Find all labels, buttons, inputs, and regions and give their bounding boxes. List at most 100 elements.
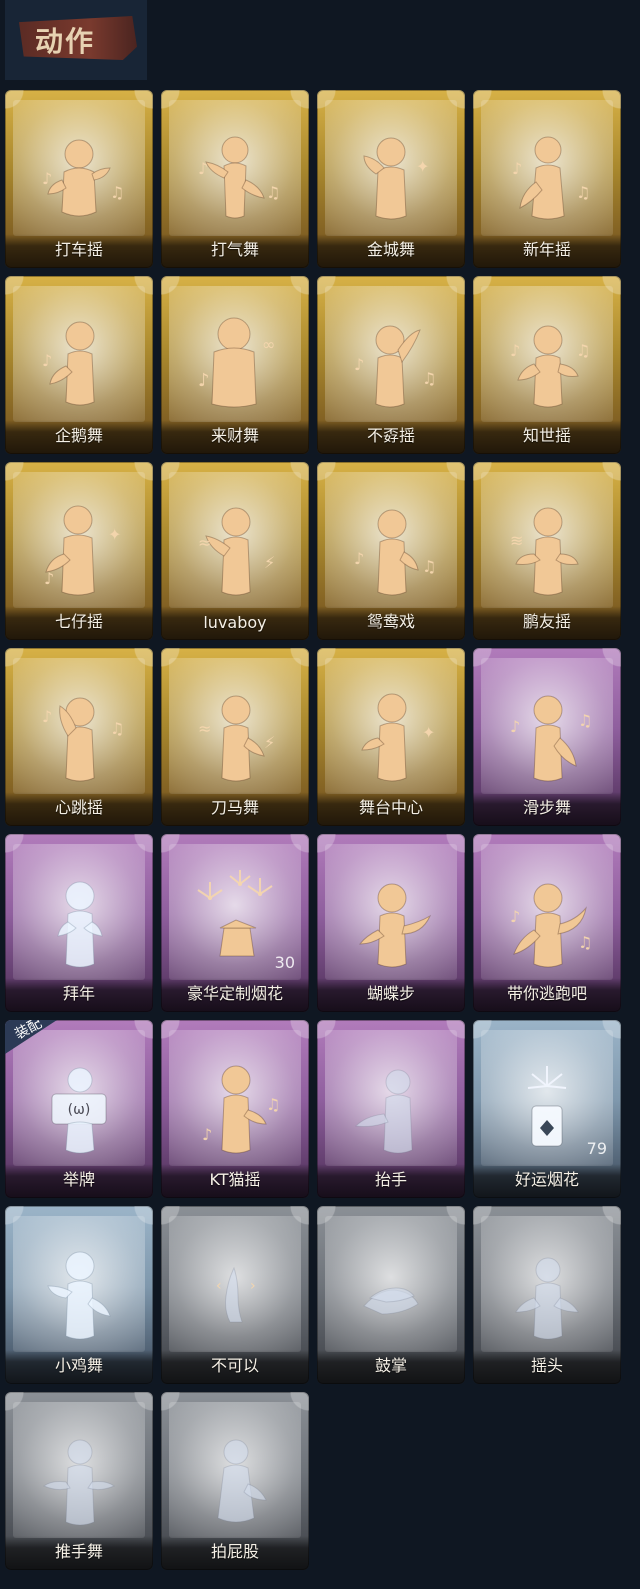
emote-card-13[interactable]: ≈ ⚡ 刀马舞 [161,648,309,826]
emote-label: 带你逃跑吧 [506,984,587,1003]
emote-label: 抬手 [374,1170,407,1189]
no-gesture-icon: ‹ › [216,1266,256,1323]
emote-label: 蝴蝶步 [366,984,415,1003]
dance-figure-icon [47,1251,111,1340]
svg-text:(ω): (ω) [68,1102,91,1118]
emote-card-11[interactable]: ≋ 鹏友摇 [473,462,621,640]
emote-card-20[interactable]: 装配 (ω) 举牌 [5,1020,153,1198]
emote-label: 刀马舞 [210,798,259,817]
svg-text:♪: ♪ [198,159,208,178]
emote-label: 七仔摇 [54,612,103,631]
emote-card-8[interactable]: ♪ ✦ 七仔摇 [5,462,153,640]
dance-figure-icon: ♪ ♫ [510,883,592,968]
dance-figure-icon: ≈ ⚡ [198,507,275,596]
emote-card-14[interactable]: ✦ 舞台中心 [317,648,465,826]
emote-label: KT猫摇 [209,1170,261,1189]
emote-label: 舞台中心 [358,798,423,817]
dance-figure-icon: ≈ ⚡ [198,695,275,782]
svg-text:♫: ♫ [110,719,124,738]
svg-text:♫: ♫ [578,711,592,730]
svg-text:≈: ≈ [198,533,211,552]
clap-icon [363,1287,419,1315]
dance-figure-icon: ✦ [363,137,429,220]
emote-card-24[interactable]: 小鸡舞 [5,1206,153,1384]
emote-card-29[interactable]: 拍屁股 [161,1392,309,1570]
svg-text:✦: ✦ [422,723,435,742]
emote-card-17[interactable]: 30 豪华定制烟花 [161,834,309,1012]
emote-card-5[interactable]: ♪ ∞ 来财舞 [161,276,309,454]
raise-hand-figure-icon [354,1069,413,1154]
dance-figure-icon: ♪ ✦ [44,505,121,596]
svg-text:♫: ♫ [110,183,124,202]
svg-text:♪: ♪ [510,717,520,736]
dance-figure-icon: ♪ ∞ [198,317,275,408]
emote-card-18[interactable]: 蝴蝶步 [317,834,465,1012]
emote-card-7[interactable]: ♪ ♫ 知世摇 [473,276,621,454]
emote-card-25[interactable]: ‹ › 不可以 [161,1206,309,1384]
emote-label: 豪华定制烟花 [186,984,283,1003]
dance-figure-icon: ≋ [510,507,579,596]
emote-label: 鹏友摇 [522,612,571,631]
emote-card-16[interactable]: 拜年 [5,834,153,1012]
emote-label: 来财舞 [210,426,259,445]
emote-label: 不孬摇 [366,426,415,445]
emote-label: 打气舞 [210,240,259,259]
emote-label: 拍屁股 [210,1542,259,1561]
emote-card-0[interactable]: ♪ ♫ 打车摇 [5,90,153,268]
dance-figure-icon: ♪ ♫ [42,139,124,217]
svg-text:♪: ♪ [510,907,520,926]
dance-figure-icon: ♪ ♫ [354,509,436,596]
emote-card-10[interactable]: ♪ ♫ 鸳鸯戏 [317,462,465,640]
emote-card-28[interactable]: 推手舞 [5,1392,153,1570]
emote-label: 滑步舞 [522,798,571,817]
emote-card-12[interactable]: ♪ ♫ 心跳摇 [5,648,153,826]
svg-text:∞: ∞ [262,335,275,354]
emote-label: 不可以 [210,1356,259,1375]
emote-card-19[interactable]: ♪ ♫ 带你逃跑吧 [473,834,621,1012]
firework-can-icon [527,1066,567,1147]
dance-figure-icon [358,883,432,968]
emote-label: 新年摇 [522,240,571,259]
emote-card-9[interactable]: ≈ ⚡ luvaboy [161,462,309,640]
dance-figure-icon: ✦ [361,693,435,782]
dance-figure-icon: ♪ ♫ [354,325,436,408]
svg-text:♪: ♪ [354,549,364,568]
section-header: 动作 [5,0,147,80]
item-count: 79 [586,1139,607,1158]
emote-card-15[interactable]: ♪ ♫ 滑步舞 [473,648,621,826]
svg-text:✦: ✦ [416,157,429,176]
emote-label: 小鸡舞 [54,1356,103,1375]
emote-card-2[interactable]: ✦ 金城舞 [317,90,465,268]
svg-text:♪: ♪ [198,370,210,391]
emote-card-4[interactable]: ♪ 企鹅舞 [5,276,153,454]
sign-figure-icon: (ω) [51,1067,107,1154]
svg-text:♫: ♫ [422,369,436,388]
svg-text:⚡: ⚡ [264,553,275,572]
emote-card-27[interactable]: 摇头 [473,1206,621,1384]
emote-card-3[interactable]: ♪ ♫ 新年摇 [473,90,621,268]
emote-label: 心跳摇 [54,798,103,817]
emote-label: 举牌 [62,1170,95,1189]
shake-head-figure-icon [515,1257,579,1340]
emote-grid: ♪ ♫ 打车摇 ♪ ♫ 打气舞 ✦ 金城舞 ♪ ♫ 新年摇 ♪ 企鹅舞 ♪ ∞ … [5,90,621,1570]
svg-text:♪: ♪ [510,341,520,360]
emote-card-21[interactable]: ♪ ♫ KT猫摇 [161,1020,309,1198]
svg-text:‹: ‹ [216,1278,222,1294]
firework-box-icon [197,870,273,957]
emote-card-26[interactable]: 鼓掌 [317,1206,465,1384]
emote-label: luvaboy [203,613,267,632]
emote-card-23[interactable]: 79 好运烟花 [473,1020,621,1198]
svg-text:♫: ♫ [578,933,592,952]
svg-text:♪: ♪ [44,569,54,588]
svg-text:♪: ♪ [42,707,52,726]
emote-card-6[interactable]: ♪ ♫ 不孬摇 [317,276,465,454]
emote-label: 推手舞 [54,1542,103,1561]
emote-label: 企鹅舞 [54,426,103,445]
svg-text:⚡: ⚡ [264,733,275,752]
svg-text:♫: ♫ [266,183,280,202]
svg-text:♪: ♪ [42,351,52,370]
emote-card-1[interactable]: ♪ ♫ 打气舞 [161,90,309,268]
butt-pat-figure-icon [217,1439,267,1523]
emote-card-22[interactable]: 抬手 [317,1020,465,1198]
svg-text:♪: ♪ [42,169,52,188]
